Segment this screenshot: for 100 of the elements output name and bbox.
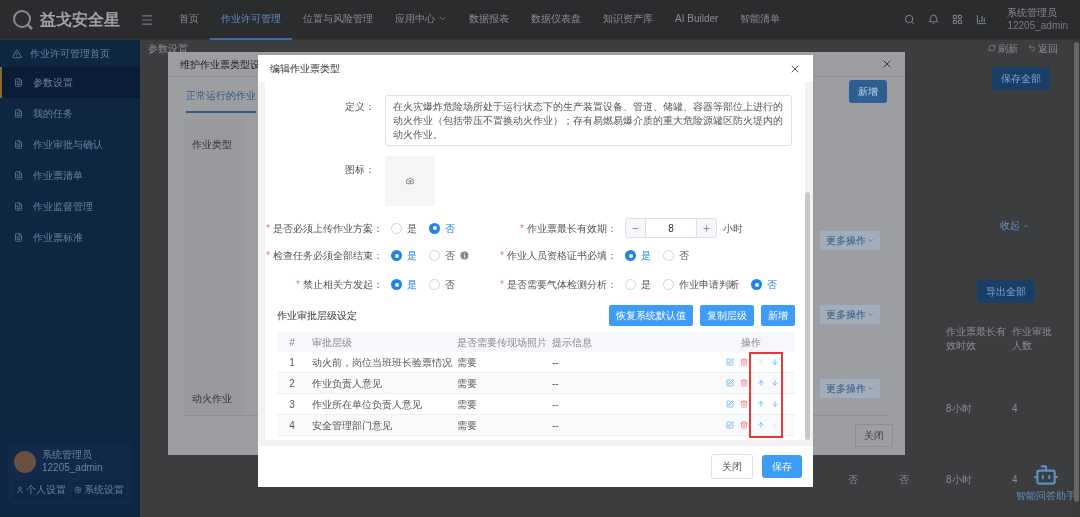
sidebar-item[interactable]: 参数设置 — [0, 67, 140, 98]
table-cell-text: -- — [551, 397, 560, 412]
sidebar-item[interactable]: 我的任务 — [0, 98, 140, 129]
radio-option[interactable]: 是 — [625, 248, 651, 263]
move-down-icon[interactable] — [771, 379, 779, 387]
column-header: 是否需要传现场照片 — [456, 335, 547, 350]
bell-icon[interactable] — [928, 14, 940, 25]
document-icon — [14, 140, 23, 149]
export-all-button[interactable]: 导出全部 — [977, 280, 1035, 303]
move-up-icon[interactable] — [757, 421, 765, 429]
sidebar-item[interactable]: 作业票清单 — [0, 160, 140, 191]
add-button[interactable]: 新增 — [849, 80, 887, 103]
chevron-down-icon — [867, 385, 874, 392]
nav-tab[interactable]: 应用中心 — [384, 0, 458, 40]
table-cell-text: 需要 — [456, 355, 478, 370]
refresh-icon — [988, 44, 996, 52]
logo-icon — [12, 8, 34, 31]
edit-icon[interactable] — [726, 421, 734, 429]
radio-option[interactable]: 是 — [625, 277, 651, 292]
close-icon[interactable] — [881, 58, 893, 70]
table-cell-text: -- — [551, 355, 560, 370]
user-icon — [16, 485, 24, 494]
column-header: # — [288, 335, 296, 350]
toolbar-button[interactable]: 新增 — [761, 305, 795, 326]
section-title: 作业审批层级设定 — [277, 309, 357, 323]
radio-option[interactable]: 是 — [391, 248, 417, 263]
unit-label: 小时 — [723, 221, 743, 236]
collapse-link[interactable]: 收起 — [1000, 218, 1030, 233]
table-cell-text: 8小时 — [946, 473, 973, 487]
nav-tab[interactable]: AI Builder — [664, 0, 730, 40]
delete-icon[interactable] — [740, 379, 748, 387]
nav-tab[interactable]: 智能清单 — [729, 0, 792, 40]
chevron-down-icon — [438, 14, 447, 23]
required-mark: * — [296, 278, 300, 292]
nav-tab[interactable]: 首页 — [168, 0, 210, 40]
user-card-button[interactable]: 系统设置 — [72, 480, 126, 499]
grid-icon[interactable] — [952, 14, 964, 25]
back-link[interactable]: 返回 — [1028, 40, 1058, 56]
move-up-icon[interactable] — [757, 379, 765, 387]
sidebar-item[interactable]: 作业票标准 — [0, 222, 140, 253]
delete-icon[interactable] — [740, 421, 748, 429]
menu-icon[interactable] — [140, 12, 154, 27]
toolbar-button[interactable]: 恢复系统默认值 — [609, 305, 693, 326]
robot-icon[interactable] — [1033, 462, 1059, 488]
sidebar-item[interactable]: 作业监督管理 — [0, 191, 140, 222]
edit-icon[interactable] — [726, 400, 734, 408]
more-actions-button[interactable]: 更多操作 — [819, 230, 881, 251]
radio-option[interactable]: 否 — [429, 220, 455, 236]
move-up-icon[interactable] — [757, 400, 765, 408]
chart-icon[interactable] — [976, 14, 988, 25]
user-name: 系统管理员 — [42, 449, 93, 462]
plus-icon[interactable] — [702, 223, 711, 233]
radio-option[interactable]: 否 — [429, 248, 455, 263]
refresh-link[interactable]: 刷新 — [988, 40, 1018, 56]
user-name: 系统管理员 — [1007, 7, 1059, 20]
user-card-button[interactable]: 个人设置 — [14, 480, 68, 499]
move-down-icon[interactable] — [771, 358, 779, 366]
document-icon — [14, 78, 23, 87]
radio-option[interactable]: 作业申请判断 — [663, 277, 739, 292]
number-stepper[interactable]: 8 — [625, 218, 717, 238]
delete-icon[interactable] — [740, 400, 748, 408]
table-cell-text: 4 — [1012, 473, 1019, 487]
sidebar-item[interactable]: 作业审批与确认 — [0, 129, 140, 160]
search-icon[interactable] — [904, 14, 916, 25]
document-icon — [14, 171, 23, 180]
move-up-icon[interactable] — [757, 358, 765, 366]
table-cell-text: 4 — [1012, 402, 1019, 416]
table-cell-text: 1 — [288, 355, 296, 370]
info-icon[interactable] — [459, 250, 470, 261]
radio-option[interactable]: 否 — [663, 248, 689, 263]
more-actions-button[interactable]: 更多操作 — [819, 378, 881, 399]
nav-tab[interactable]: 位置与风险管理 — [292, 0, 384, 40]
move-down-icon[interactable] — [771, 421, 779, 429]
edit-icon[interactable] — [726, 358, 734, 366]
close-button[interactable]: 关闭 — [855, 424, 893, 447]
nav-tab[interactable]: 数据仪表盘 — [520, 0, 592, 40]
radio-option[interactable]: 否 — [751, 277, 777, 292]
nav-tab[interactable]: 作业许可管理 — [210, 0, 292, 40]
radio-option[interactable]: 否 — [429, 277, 455, 292]
nav-tab[interactable]: 数据报表 — [458, 0, 520, 40]
sidebar-header[interactable]: 作业许可管理首页 — [30, 46, 110, 61]
chevron-down-icon — [867, 311, 874, 318]
nav-tab[interactable]: 知识资产库 — [592, 0, 664, 40]
assistant-label[interactable]: 智能问答助手 — [1016, 488, 1076, 503]
field-label: 检查任务必须全部结束： — [273, 249, 383, 263]
column-header: 作业审批人数 — [1012, 325, 1052, 353]
definition-field[interactable]: 在火灾爆炸危险场所处于运行状态下的生产装置设备、管道、储罐、容器等部位上进行的动火作业（包括带压不置换动火作业）；存有易燃易爆介质的重大危险源罐区防火堤内的动火作业。 — [385, 95, 792, 146]
move-down-icon[interactable] — [771, 400, 779, 408]
footer-button[interactable]: 关闭 — [711, 454, 753, 479]
toolbar-button[interactable]: 复制层级 — [700, 305, 754, 326]
radio-option[interactable]: 是 — [391, 220, 417, 236]
tab[interactable]: 正常运行的作业 — [186, 88, 256, 113]
footer-button[interactable]: 保存 — [762, 455, 802, 478]
delete-icon[interactable] — [740, 358, 748, 366]
table-cell-text: 否 — [899, 473, 910, 487]
save-all-button[interactable]: 保存全部 — [992, 67, 1050, 90]
more-actions-button[interactable]: 更多操作 — [819, 304, 881, 325]
warning-icon — [12, 48, 22, 59]
radio-option[interactable]: 是 — [391, 277, 417, 292]
edit-icon[interactable] — [726, 379, 734, 387]
